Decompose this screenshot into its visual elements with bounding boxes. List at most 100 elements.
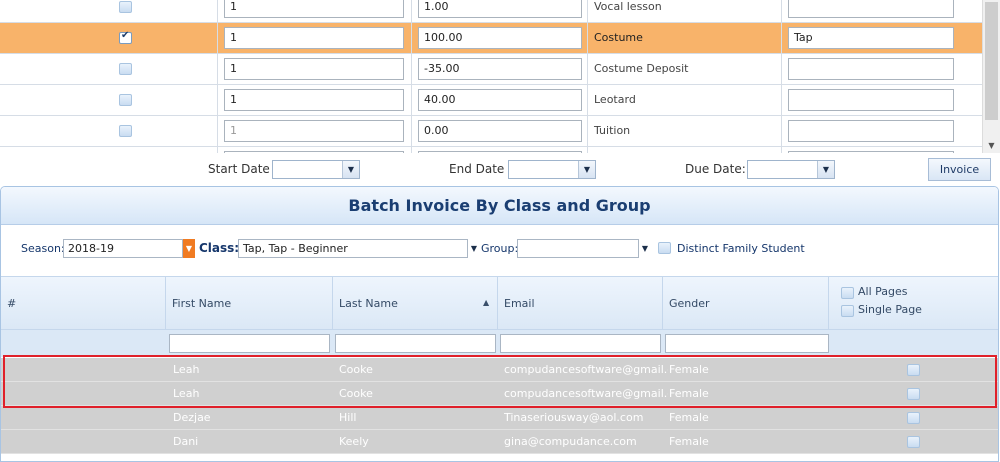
email-cell: gina@compudance.com xyxy=(504,435,637,448)
gender-cell: Female xyxy=(669,363,709,376)
all-pages-checkbox[interactable] xyxy=(841,287,854,299)
fee-description: Costume xyxy=(594,31,643,44)
amount-input[interactable]: 100.00 xyxy=(418,27,582,49)
fee-description-cell: Leotard xyxy=(588,85,782,115)
gender-cell: Female xyxy=(669,411,709,424)
first-name-filter-input[interactable] xyxy=(169,334,330,353)
season-dropdown-icon[interactable]: ▼ xyxy=(183,239,195,258)
last-name-cell: Cooke xyxy=(339,363,373,376)
grid-filter-row xyxy=(1,330,998,357)
row-select-checkbox[interactable] xyxy=(907,364,920,376)
last-name-cell: Keely xyxy=(339,435,369,448)
note-input[interactable] xyxy=(788,58,954,80)
column-header-number[interactable]: # xyxy=(1,277,166,330)
amount-input[interactable]: 0.00 xyxy=(418,120,582,142)
table-row[interactable]: Dani Keely gina@compudance.com Female xyxy=(1,430,998,454)
fee-select-cell xyxy=(0,116,218,146)
fee-select-cell xyxy=(0,23,218,53)
email-cell: Tinaseriousway@aol.com xyxy=(504,411,644,424)
fee-row-checkbox[interactable] xyxy=(119,125,132,137)
distinct-family-label: Distinct Family Student xyxy=(677,242,805,255)
end-date-picker[interactable]: ▼ xyxy=(508,160,596,179)
single-page-checkbox[interactable] xyxy=(841,305,854,317)
fee-row[interactable]: 1 40.00 Leotard xyxy=(0,85,982,116)
chevron-down-icon[interactable]: ▼ xyxy=(468,239,480,258)
batch-invoice-panel: Batch Invoice By Class and Group Season:… xyxy=(0,186,999,462)
fee-qty-cell: 1 xyxy=(218,23,412,53)
fee-description-cell: Tuition xyxy=(588,116,782,146)
last-name-filter-input[interactable] xyxy=(335,334,496,353)
fee-row-checkbox[interactable] xyxy=(119,63,132,75)
chevron-down-icon[interactable]: ▼ xyxy=(639,239,651,258)
due-date-label: Due Date: xyxy=(685,162,746,176)
amount-input[interactable]: 1.00 xyxy=(418,0,582,18)
column-header-last-name[interactable]: Last Name ▲ xyxy=(333,277,498,330)
email-filter-input[interactable] xyxy=(500,334,661,353)
email-cell: compudancesoftware@gmail.com xyxy=(504,363,668,376)
due-date-picker[interactable]: ▼ xyxy=(747,160,835,179)
fee-description: Vocal lesson xyxy=(594,0,662,13)
note-input[interactable]: Tap xyxy=(788,27,954,49)
season-label: Season: xyxy=(21,242,65,255)
amount-input[interactable]: -35.00 xyxy=(418,58,582,80)
fee-amount-cell: 40.00 xyxy=(412,85,588,115)
table-row[interactable]: Leah Cooke compudancesoftware@gmail.comFem… xyxy=(1,358,998,382)
quantity-input[interactable]: 1 xyxy=(224,0,404,18)
column-header-gender[interactable]: Gender xyxy=(663,277,829,330)
fee-qty-cell: 1 xyxy=(218,116,412,146)
quantity-input[interactable]: 1 xyxy=(224,89,404,111)
column-header-first-name[interactable]: First Name xyxy=(166,277,333,330)
fee-note-cell: Tap xyxy=(782,23,982,53)
fee-note-cell xyxy=(782,0,982,22)
fee-amount-cell: -35.00 xyxy=(412,54,588,84)
fee-amount-cell: 1.00 xyxy=(412,0,588,22)
quantity-input[interactable]: 1 xyxy=(224,120,404,142)
fee-note-cell xyxy=(782,85,982,115)
scroll-down-arrow-icon[interactable]: ▼ xyxy=(983,139,1000,153)
chevron-down-icon[interactable]: ▼ xyxy=(342,161,359,178)
fee-description: Leotard xyxy=(594,93,636,106)
first-name-cell: Dezjae xyxy=(173,411,211,424)
quantity-input[interactable]: 1 xyxy=(224,58,404,80)
amount-input[interactable]: 40.00 xyxy=(418,89,582,111)
gender-filter-input[interactable] xyxy=(665,334,829,353)
gender-cell: Female xyxy=(669,435,709,448)
group-select[interactable] xyxy=(517,239,639,258)
fee-qty-cell: 1 xyxy=(218,0,412,22)
sort-ascending-icon: ▲ xyxy=(483,298,490,307)
grid-header: # First Name Last Name ▲ Email Gender Al… xyxy=(1,276,998,330)
fee-select-cell xyxy=(0,85,218,115)
fee-row[interactable]: 1 1.00 Vocal lesson xyxy=(0,0,982,23)
start-date-picker[interactable]: ▼ xyxy=(272,160,360,179)
row-select-checkbox[interactable] xyxy=(907,436,920,448)
all-pages-label: All Pages xyxy=(858,285,908,298)
chevron-down-icon[interactable]: ▼ xyxy=(578,161,595,178)
fee-grid-scrollbar[interactable]: ▲ ▼ xyxy=(982,0,1000,153)
invoice-button[interactable]: Invoice xyxy=(928,158,991,181)
note-input[interactable] xyxy=(788,0,954,18)
chevron-down-icon[interactable]: ▼ xyxy=(817,161,834,178)
column-header-email[interactable]: Email xyxy=(498,277,663,330)
filter-bar: Season: 2018-19 ▼ Class: Tap, Tap - Begi… xyxy=(1,225,998,276)
fee-description-cell: Costume xyxy=(588,23,782,53)
fee-row[interactable]: 1 0.00 Tuition xyxy=(0,116,982,147)
row-select-checkbox[interactable] xyxy=(907,388,920,400)
note-input[interactable] xyxy=(788,89,954,111)
note-input[interactable] xyxy=(788,120,954,142)
fee-amount-cell: 0.00 xyxy=(412,116,588,146)
fee-row[interactable]: 1 100.00 Costume Tap xyxy=(0,23,982,54)
start-date-label: Start Date xyxy=(208,162,270,176)
table-row[interactable]: Leah Cooke compudancesoftware@gmail.comFem… xyxy=(1,382,998,406)
fee-qty-cell: 1 xyxy=(218,85,412,115)
scroll-thumb[interactable] xyxy=(985,2,998,120)
table-row[interactable]: Dezjae Hill Tinaseriousway@aol.com Female xyxy=(1,406,998,430)
quantity-input[interactable]: 1 xyxy=(224,27,404,49)
season-select[interactable]: 2018-19 xyxy=(63,239,183,258)
fee-row-checkbox[interactable] xyxy=(119,30,132,44)
fee-row-checkbox[interactable] xyxy=(119,94,132,106)
fee-row-checkbox[interactable] xyxy=(119,1,132,13)
row-select-checkbox[interactable] xyxy=(907,412,920,424)
class-select[interactable]: Tap, Tap - Beginner xyxy=(238,239,468,258)
distinct-family-checkbox[interactable] xyxy=(658,242,671,254)
fee-row[interactable]: 1 -35.00 Costume Deposit xyxy=(0,54,982,85)
